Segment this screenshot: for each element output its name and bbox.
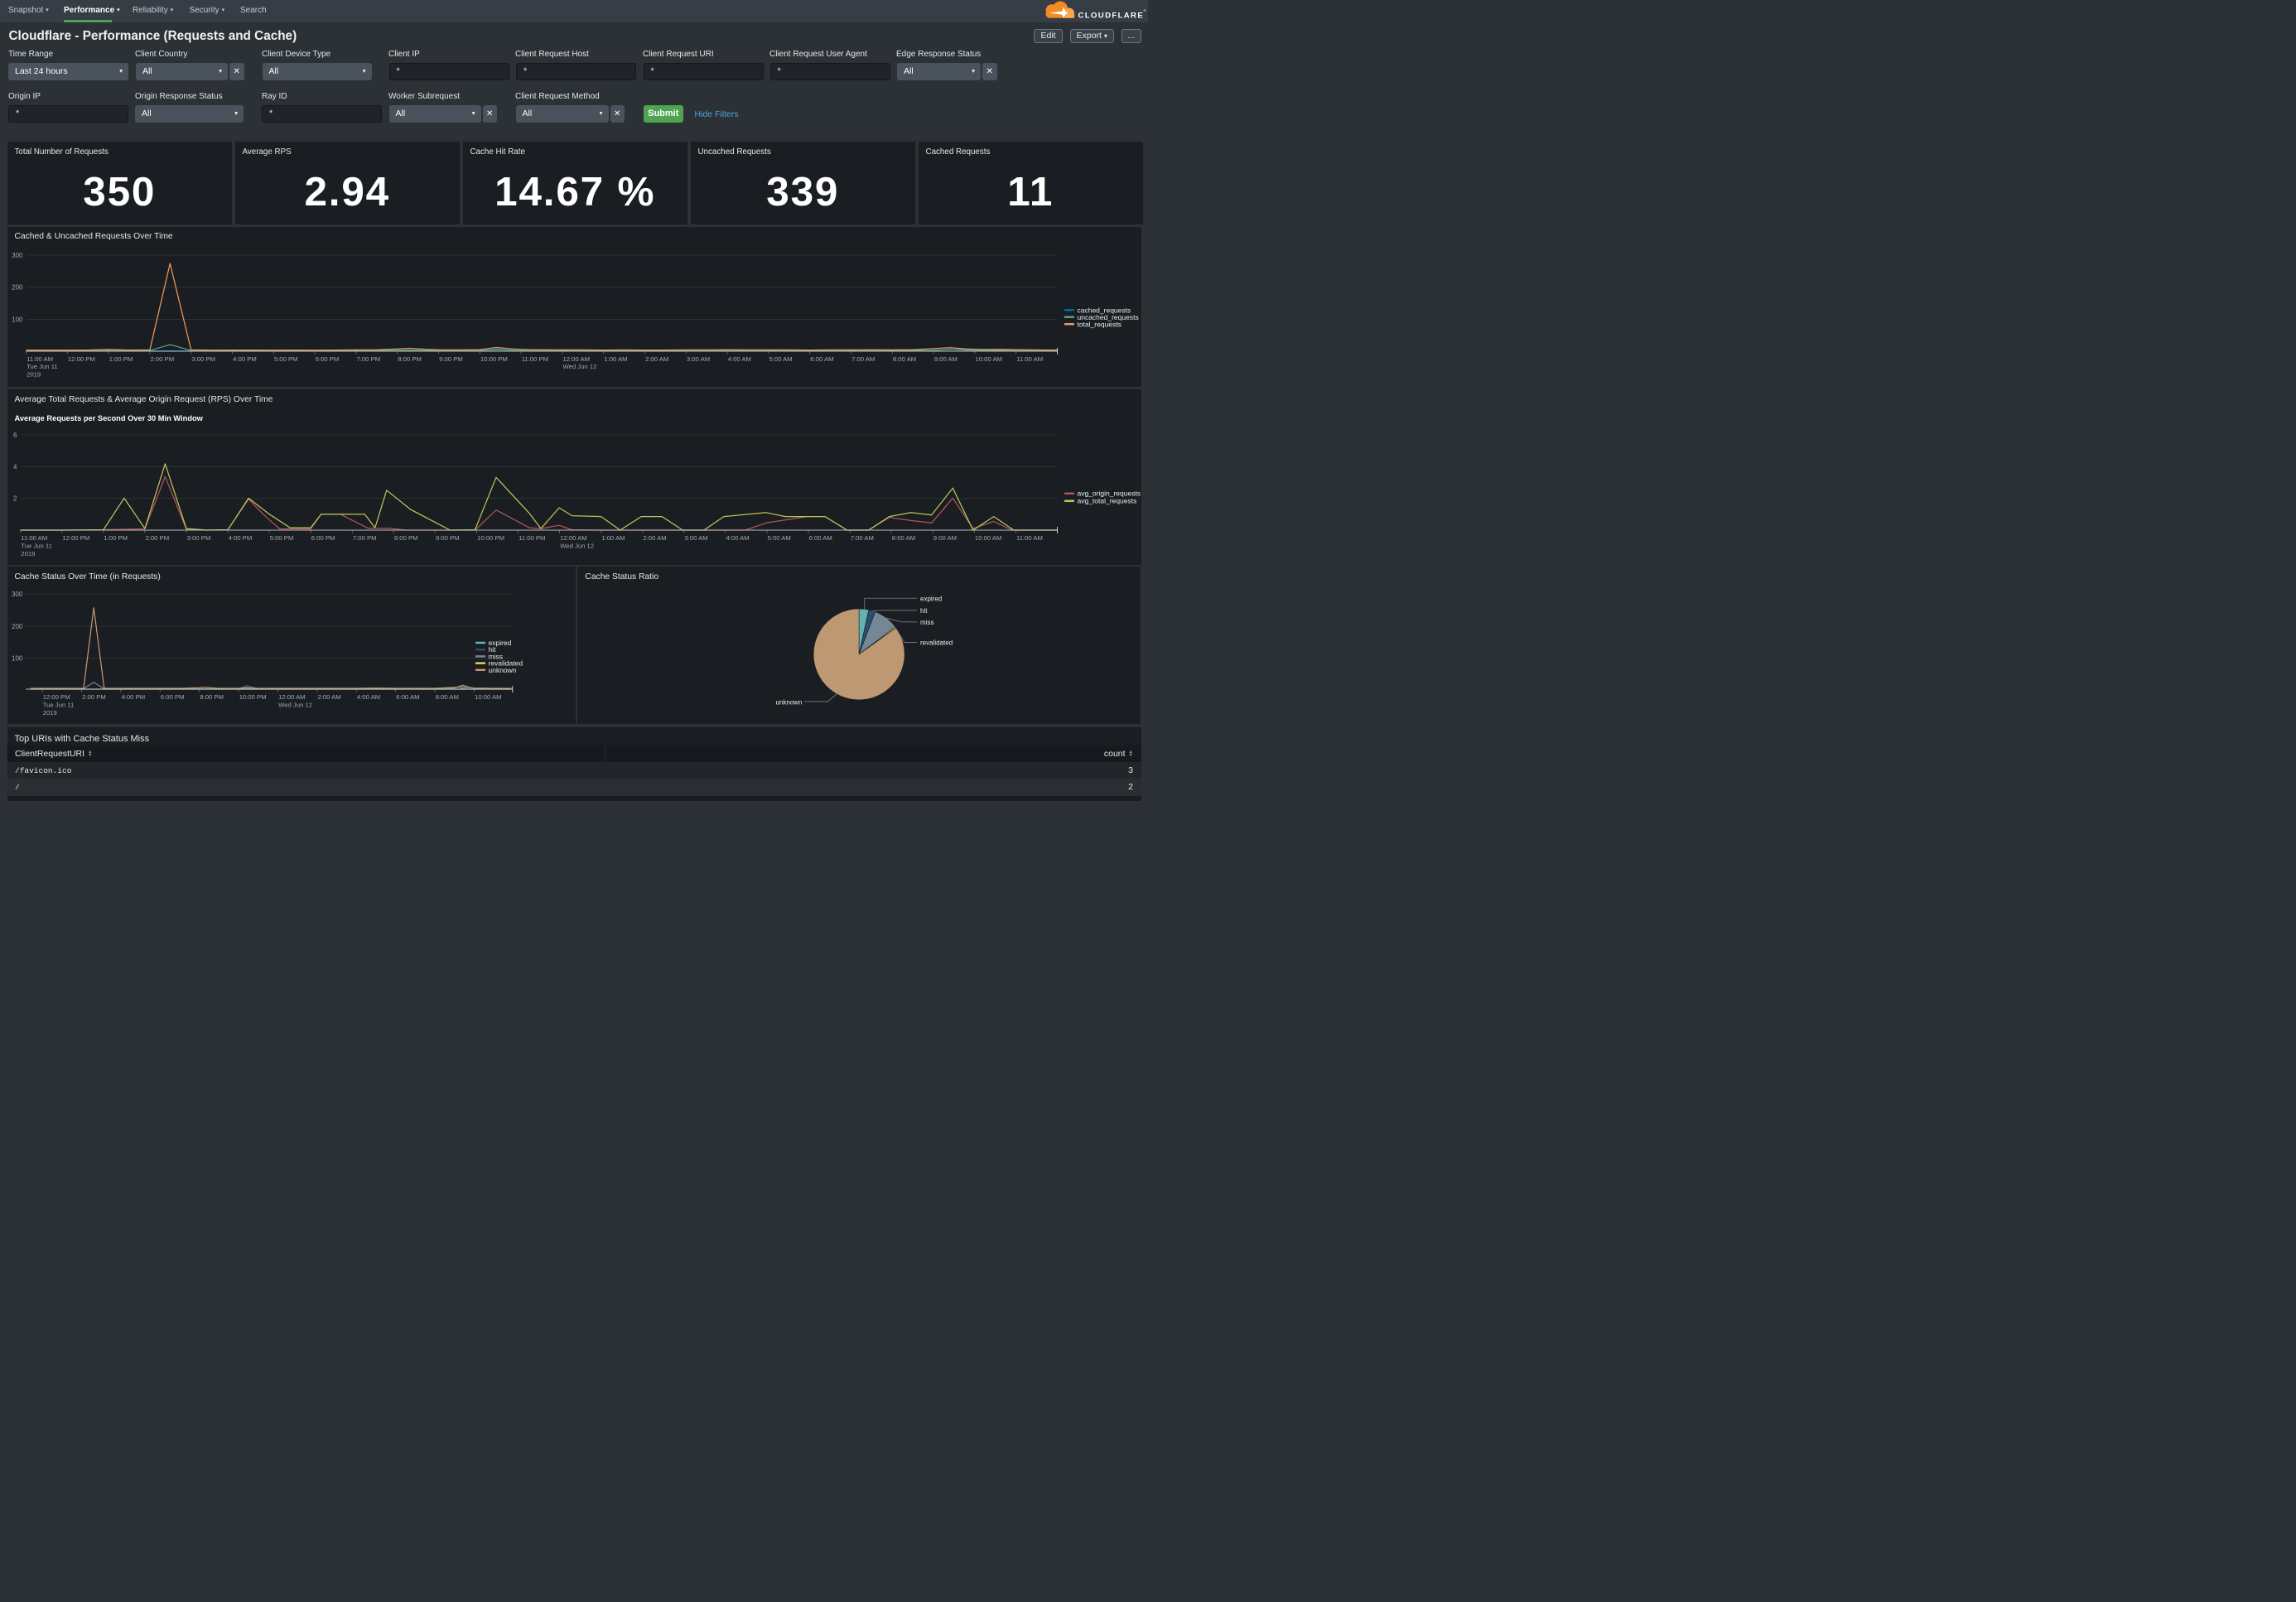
svg-text:4:00 AM: 4:00 AM bbox=[726, 534, 749, 542]
svg-text:12:00 AM: 12:00 AM bbox=[562, 355, 589, 362]
svg-text:3:00 AM: 3:00 AM bbox=[684, 534, 707, 542]
svg-text:4:00 AM: 4:00 AM bbox=[727, 355, 750, 362]
svg-text:4: 4 bbox=[13, 464, 17, 471]
svg-text:8:00 PM: 8:00 PM bbox=[393, 534, 417, 542]
svg-text:2:00 AM: 2:00 AM bbox=[317, 693, 340, 701]
svg-text:10:00 PM: 10:00 PM bbox=[477, 534, 504, 542]
svg-text:5:00 AM: 5:00 AM bbox=[767, 534, 790, 542]
svg-text:Wed Jun 12: Wed Jun 12 bbox=[562, 363, 596, 370]
svg-text:8:00 PM: 8:00 PM bbox=[200, 693, 224, 701]
svg-text:12:00 PM: 12:00 PM bbox=[62, 534, 89, 542]
svg-text:7:00 PM: 7:00 PM bbox=[352, 534, 376, 542]
svg-text:9:00 PM: 9:00 PM bbox=[439, 355, 463, 362]
svg-text:7:00 AM: 7:00 AM bbox=[850, 534, 873, 542]
svg-text:200: 200 bbox=[12, 623, 23, 630]
svg-text:2:00 PM: 2:00 PM bbox=[150, 355, 174, 362]
svg-text:200: 200 bbox=[12, 283, 23, 291]
svg-text:hit: hit bbox=[920, 607, 928, 615]
svg-text:6:00 AM: 6:00 AM bbox=[396, 693, 419, 701]
svg-text:revalidated: revalidated bbox=[920, 639, 953, 647]
svg-text:8:00 AM: 8:00 AM bbox=[892, 355, 915, 362]
svg-text:®: ® bbox=[1144, 8, 1146, 12]
svg-text:1:00 PM: 1:00 PM bbox=[109, 355, 133, 362]
svg-text:Tue Jun 11: Tue Jun 11 bbox=[42, 702, 74, 709]
svg-text:1:00 PM: 1:00 PM bbox=[104, 534, 128, 542]
svg-text:12:00 AM: 12:00 AM bbox=[560, 534, 586, 542]
svg-text:expired: expired bbox=[920, 596, 942, 603]
svg-text:11:00 AM: 11:00 AM bbox=[27, 355, 53, 362]
svg-text:11:00 AM: 11:00 AM bbox=[21, 534, 47, 542]
svg-text:2: 2 bbox=[13, 495, 17, 503]
svg-text:2019: 2019 bbox=[21, 550, 35, 557]
svg-text:6:00 AM: 6:00 AM bbox=[808, 534, 832, 542]
svg-text:Tue Jun 11: Tue Jun 11 bbox=[27, 363, 58, 370]
svg-text:CLOUDFLARE: CLOUDFLARE bbox=[1078, 11, 1145, 20]
svg-text:Tue Jun 11: Tue Jun 11 bbox=[21, 542, 52, 549]
svg-text:2:00 AM: 2:00 AM bbox=[643, 534, 666, 542]
svg-text:4:00 PM: 4:00 PM bbox=[233, 355, 257, 362]
svg-text:unknown: unknown bbox=[776, 699, 803, 707]
svg-text:7:00 PM: 7:00 PM bbox=[356, 355, 380, 362]
svg-text:1:00 AM: 1:00 AM bbox=[604, 355, 627, 362]
svg-text:6: 6 bbox=[13, 432, 17, 439]
svg-text:9:00 PM: 9:00 PM bbox=[436, 534, 460, 542]
svg-text:10:00 AM: 10:00 AM bbox=[974, 534, 1001, 542]
svg-text:11:00 AM: 11:00 AM bbox=[1016, 534, 1043, 542]
svg-text:8:00 PM: 8:00 PM bbox=[398, 355, 422, 362]
svg-text:avg_total_requests: avg_total_requests bbox=[1077, 497, 1136, 505]
svg-text:total_requests: total_requests bbox=[1077, 320, 1121, 328]
svg-text:9:00 AM: 9:00 AM bbox=[933, 534, 956, 542]
svg-text:6:00 PM: 6:00 PM bbox=[311, 534, 335, 542]
svg-text:Wed Jun 12: Wed Jun 12 bbox=[560, 542, 594, 549]
svg-text:5:00 PM: 5:00 PM bbox=[273, 355, 297, 362]
svg-text:4:00 AM: 4:00 AM bbox=[356, 693, 379, 701]
svg-text:8:00 AM: 8:00 AM bbox=[435, 693, 458, 701]
svg-text:11:00 PM: 11:00 PM bbox=[521, 355, 547, 362]
svg-text:11:00 AM: 11:00 AM bbox=[1016, 355, 1043, 362]
svg-text:100: 100 bbox=[12, 655, 23, 663]
svg-text:4:00 PM: 4:00 PM bbox=[121, 693, 145, 701]
svg-text:5:00 PM: 5:00 PM bbox=[269, 534, 293, 542]
svg-text:2:00 AM: 2:00 AM bbox=[645, 355, 668, 362]
svg-text:10:00 PM: 10:00 PM bbox=[480, 355, 507, 362]
svg-text:10:00 PM: 10:00 PM bbox=[239, 693, 266, 701]
svg-text:Wed Jun 12: Wed Jun 12 bbox=[278, 702, 312, 709]
svg-text:2019: 2019 bbox=[42, 709, 56, 717]
svg-text:9:00 AM: 9:00 AM bbox=[933, 355, 957, 362]
svg-text:2:00 PM: 2:00 PM bbox=[82, 693, 106, 701]
svg-text:5:00 AM: 5:00 AM bbox=[769, 355, 792, 362]
svg-text:12:00 PM: 12:00 PM bbox=[67, 355, 94, 362]
svg-text:2019: 2019 bbox=[27, 370, 41, 378]
svg-text:3:00 AM: 3:00 AM bbox=[686, 355, 709, 362]
svg-text:300: 300 bbox=[12, 252, 23, 259]
svg-text:12:00 AM: 12:00 AM bbox=[278, 693, 305, 701]
svg-text:11:00 PM: 11:00 PM bbox=[519, 534, 545, 542]
svg-text:4:00 PM: 4:00 PM bbox=[228, 534, 252, 542]
svg-text:10:00 AM: 10:00 AM bbox=[975, 355, 1001, 362]
svg-text:miss: miss bbox=[920, 619, 933, 626]
svg-text:8:00 AM: 8:00 AM bbox=[891, 534, 914, 542]
svg-text:100: 100 bbox=[12, 316, 23, 323]
svg-text:6:00 PM: 6:00 PM bbox=[315, 355, 339, 362]
svg-text:12:00 PM: 12:00 PM bbox=[42, 693, 70, 701]
svg-text:1:00 AM: 1:00 AM bbox=[601, 534, 625, 542]
svg-text:10:00 AM: 10:00 AM bbox=[475, 693, 501, 701]
svg-text:7:00 AM: 7:00 AM bbox=[851, 355, 875, 362]
svg-text:3:00 PM: 3:00 PM bbox=[186, 534, 210, 542]
svg-text:6:00 AM: 6:00 AM bbox=[810, 355, 833, 362]
svg-text:6:00 PM: 6:00 PM bbox=[160, 693, 184, 701]
svg-text:unknown: unknown bbox=[488, 666, 516, 674]
svg-text:2:00 PM: 2:00 PM bbox=[145, 534, 169, 542]
svg-text:3:00 PM: 3:00 PM bbox=[191, 355, 215, 362]
svg-text:300: 300 bbox=[12, 591, 23, 598]
